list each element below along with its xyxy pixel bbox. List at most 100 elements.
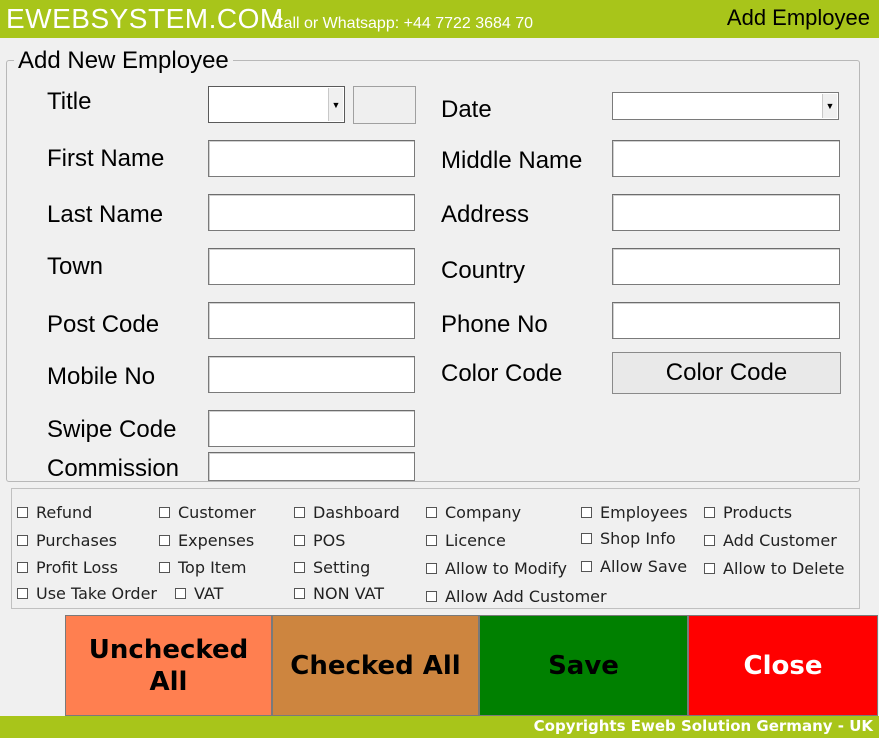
- checkbox-square-icon[interactable]: [426, 507, 437, 518]
- address-field[interactable]: [612, 194, 840, 231]
- permission-label: POS: [313, 531, 346, 550]
- middle-name-field[interactable]: [612, 140, 840, 177]
- chevron-down-icon[interactable]: ▼: [822, 94, 837, 118]
- permission-label: Licence: [445, 531, 506, 550]
- permission-checkbox[interactable]: POS: [294, 531, 345, 550]
- post-code-field[interactable]: [208, 302, 415, 339]
- permission-label: Allow to Delete: [723, 559, 845, 578]
- checkbox-square-icon[interactable]: [159, 535, 170, 546]
- checkbox-square-icon[interactable]: [17, 562, 28, 573]
- permission-label: Allow Add Customer: [445, 587, 607, 606]
- first-name-field[interactable]: [208, 140, 415, 177]
- date-picker[interactable]: ▼: [612, 92, 839, 120]
- checkbox-square-icon[interactable]: [704, 563, 715, 574]
- copyright-text: Copyrights Eweb Solution Germany - UK: [533, 717, 873, 735]
- close-button[interactable]: Close: [688, 615, 878, 716]
- permission-checkbox[interactable]: Shop Info: [581, 529, 676, 548]
- permission-checkbox[interactable]: Allow Save: [581, 557, 687, 576]
- checkbox-square-icon[interactable]: [426, 563, 437, 574]
- permission-label: Setting: [313, 558, 371, 577]
- permission-label: Customer: [178, 503, 256, 522]
- color-code-label: Color Code: [441, 360, 563, 387]
- permission-checkbox[interactable]: VAT: [175, 584, 223, 603]
- checkbox-square-icon[interactable]: [159, 507, 170, 518]
- permission-checkbox[interactable]: Add Customer: [704, 531, 837, 550]
- permission-label: Add Customer: [723, 531, 837, 550]
- last-name-label: Last Name: [47, 201, 164, 228]
- permission-checkbox[interactable]: Products: [704, 503, 792, 522]
- permission-label: Purchases: [36, 531, 117, 550]
- swipe-code-label: Swipe Code: [47, 416, 177, 443]
- title-add-button[interactable]: [353, 86, 416, 124]
- mobile-no-field[interactable]: [208, 356, 415, 393]
- contact-info: Call or Whatsapp: +44 7722 3684 70: [272, 15, 534, 32]
- checkbox-square-icon[interactable]: [426, 535, 437, 546]
- permission-checkbox[interactable]: Setting: [294, 558, 370, 577]
- permission-checkbox[interactable]: Company: [426, 503, 521, 522]
- commission-label: Commission: [47, 455, 180, 482]
- permission-checkbox[interactable]: Refund: [17, 503, 92, 522]
- checkbox-square-icon[interactable]: [159, 562, 170, 573]
- checkbox-square-icon[interactable]: [294, 562, 305, 573]
- checkbox-square-icon[interactable]: [17, 588, 28, 599]
- checkbox-square-icon[interactable]: [294, 588, 305, 599]
- window-title: Add Employee: [726, 5, 870, 30]
- checkbox-square-icon[interactable]: [426, 591, 437, 602]
- permission-checkbox[interactable]: NON VAT: [294, 584, 384, 603]
- date-label: Date: [441, 96, 492, 123]
- checked-all-button[interactable]: Checked All: [272, 615, 479, 716]
- phone-no-field[interactable]: [612, 302, 840, 339]
- permission-label: Products: [723, 503, 793, 522]
- permission-checkbox[interactable]: Customer: [159, 503, 256, 522]
- commission-field[interactable]: [208, 452, 415, 481]
- save-button[interactable]: Save: [479, 615, 688, 716]
- country-label: Country: [441, 257, 526, 284]
- checkbox-square-icon[interactable]: [581, 533, 592, 544]
- mobile-no-label: Mobile No: [47, 363, 156, 390]
- checkbox-square-icon[interactable]: [175, 588, 186, 599]
- permission-label: Top Item: [178, 558, 247, 577]
- permission-checkbox[interactable]: Allow to Delete: [704, 559, 845, 578]
- checkbox-square-icon[interactable]: [581, 507, 592, 518]
- permission-label: Allow Save: [600, 557, 688, 576]
- first-name-label: First Name: [47, 145, 165, 172]
- swipe-code-field[interactable]: [208, 410, 415, 447]
- last-name-field[interactable]: [208, 194, 415, 231]
- permission-label: Company: [445, 503, 522, 522]
- country-field[interactable]: [612, 248, 840, 285]
- checkbox-square-icon[interactable]: [704, 535, 715, 546]
- permission-checkbox[interactable]: Purchases: [17, 531, 117, 550]
- middle-name-label: Middle Name: [441, 147, 583, 174]
- permission-checkbox[interactable]: Profit Loss: [17, 558, 118, 577]
- permission-label: NON VAT: [313, 584, 385, 603]
- address-label: Address: [441, 201, 530, 228]
- permission-checkbox[interactable]: Use Take Order: [17, 584, 157, 603]
- chevron-down-icon[interactable]: ▼: [328, 88, 343, 121]
- checkbox-square-icon[interactable]: [294, 535, 305, 546]
- permission-checkbox[interactable]: Employees: [581, 503, 688, 522]
- checkbox-square-icon[interactable]: [17, 507, 28, 518]
- checkbox-square-icon[interactable]: [17, 535, 28, 546]
- permission-label: Use Take Order: [36, 584, 157, 603]
- permission-checkbox[interactable]: Allow to Modify: [426, 559, 567, 578]
- permission-label: Employees: [600, 503, 688, 522]
- checkbox-square-icon[interactable]: [704, 507, 715, 518]
- permission-checkbox[interactable]: Expenses: [159, 531, 254, 550]
- town-field[interactable]: [208, 248, 415, 285]
- permission-label: Expenses: [178, 531, 255, 550]
- permission-label: Dashboard: [313, 503, 400, 522]
- permission-label: Allow to Modify: [445, 559, 567, 578]
- brand-logo: EWEBSYSTEM.COM: [6, 3, 284, 34]
- permission-checkbox[interactable]: Licence: [426, 531, 506, 550]
- permission-checkbox[interactable]: Allow Add Customer: [426, 587, 607, 606]
- phone-no-label: Phone No: [441, 311, 548, 338]
- title-select[interactable]: ▼: [208, 86, 345, 123]
- permission-label: Profit Loss: [36, 558, 118, 577]
- permission-checkbox[interactable]: Top Item: [159, 558, 247, 577]
- checkbox-square-icon[interactable]: [294, 507, 305, 518]
- permission-checkbox[interactable]: Dashboard: [294, 503, 400, 522]
- color-code-button[interactable]: Color Code: [612, 352, 841, 394]
- checkbox-square-icon[interactable]: [581, 561, 592, 572]
- footer-bar: Copyrights Eweb Solution Germany - UK: [0, 716, 879, 738]
- unchecked-all-button[interactable]: Unchecked All: [65, 615, 272, 716]
